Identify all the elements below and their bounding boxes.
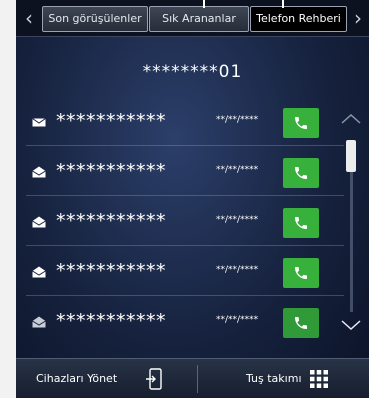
- bottom-bar: Cihazları Yönet Tuş takımı: [16, 358, 369, 398]
- scrollbar-thumb[interactable]: [346, 140, 356, 172]
- manage-devices-label: Cihazları Yönet: [36, 372, 118, 385]
- keypad-label: Tuş takımı: [246, 372, 302, 385]
- phone-icon: [295, 317, 307, 329]
- page-title: ********01: [142, 62, 243, 82]
- contact-row[interactable]: *********** **/**/****: [16, 252, 346, 294]
- contact-row[interactable]: *********** **/**/****: [16, 102, 346, 144]
- envelope-icon: [32, 166, 46, 178]
- call-button[interactable]: [283, 208, 319, 238]
- phone-icon: [295, 167, 307, 179]
- phone-icon: [295, 217, 307, 229]
- phone-icon: [295, 117, 307, 129]
- phone-screen: ‹ Son görüşülenler Sık Arananlar Telefon…: [16, 0, 369, 398]
- contact-row[interactable]: *********** **/**/****: [16, 202, 346, 244]
- contact-date: **/**/****: [216, 315, 259, 325]
- call-button[interactable]: [283, 258, 319, 288]
- keypad-button[interactable]: Tuş takımı: [198, 359, 369, 398]
- row-divider: [26, 295, 344, 296]
- row-divider: [26, 195, 344, 196]
- call-button[interactable]: [283, 158, 319, 188]
- call-button[interactable]: [283, 308, 319, 338]
- contact-date: **/**/****: [216, 165, 259, 175]
- contact-row[interactable]: *********** **/**/****: [16, 152, 346, 194]
- contact-date: **/**/****: [216, 115, 259, 125]
- tab-favorites[interactable]: Sık Arananlar: [149, 6, 249, 32]
- manage-devices-button[interactable]: Cihazları Yönet: [16, 359, 197, 398]
- envelope-icon: [32, 266, 46, 278]
- keypad-icon: [310, 370, 328, 388]
- chevron-up-icon[interactable]: [338, 110, 364, 128]
- envelope-icon: [32, 316, 46, 328]
- tab-phonebook[interactable]: Telefon Rehberi: [250, 6, 347, 32]
- row-divider: [26, 145, 344, 146]
- phone-device-icon: [146, 368, 162, 390]
- call-button[interactable]: [283, 108, 319, 138]
- chevron-down-icon[interactable]: [338, 316, 364, 334]
- contact-name: ***********: [56, 310, 166, 332]
- tab-bar: ‹ Son görüşülenler Sık Arananlar Telefon…: [16, 0, 369, 37]
- contact-name: ***********: [56, 260, 166, 282]
- row-divider: [26, 245, 344, 246]
- contact-date: **/**/****: [216, 215, 259, 225]
- tab-recent[interactable]: Son görüşülenler: [42, 6, 148, 32]
- envelope-icon: [32, 118, 46, 127]
- tab-marker: [282, 0, 284, 8]
- chevron-left-icon[interactable]: ‹: [18, 6, 40, 30]
- contact-name: ***********: [56, 110, 166, 132]
- contact-name: ***********: [56, 210, 166, 232]
- phone-icon: [295, 267, 307, 279]
- chevron-right-icon[interactable]: ›: [347, 6, 369, 30]
- tab-marker: [203, 0, 205, 8]
- contact-date: **/**/****: [216, 265, 259, 275]
- contact-name: ***********: [56, 160, 166, 182]
- envelope-icon: [32, 216, 46, 228]
- contact-row[interactable]: *********** **/**/****: [16, 302, 346, 344]
